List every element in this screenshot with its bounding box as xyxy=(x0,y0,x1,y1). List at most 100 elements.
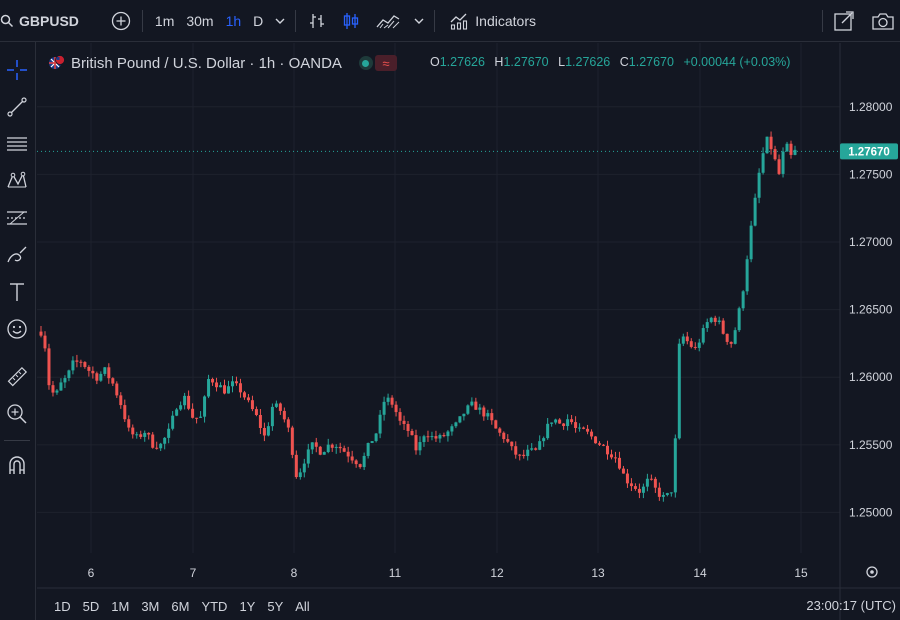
zoom-tool[interactable] xyxy=(0,399,34,429)
candle-body xyxy=(107,367,111,379)
candle-body xyxy=(215,382,219,388)
candle-body xyxy=(625,473,629,484)
bar-style-button[interactable] xyxy=(300,0,334,42)
candle-body xyxy=(211,378,215,383)
price-tick-label: 1.28000 xyxy=(849,100,893,114)
divider xyxy=(822,9,823,32)
interval-1h[interactable]: 1h xyxy=(220,0,248,42)
top-toolbar: GBPUSD 1m 30m 1h D Indicators xyxy=(0,0,900,42)
candle-body xyxy=(242,392,246,398)
candle-body xyxy=(534,448,538,450)
pattern-tool[interactable] xyxy=(0,166,34,196)
candle-body xyxy=(227,386,231,394)
divider xyxy=(434,9,436,32)
interval-dropdown[interactable] xyxy=(269,0,291,42)
compare-button[interactable] xyxy=(104,0,138,42)
candle-body xyxy=(262,427,266,436)
utc-clock[interactable]: 23:00:17 (UTC) xyxy=(806,598,896,613)
ohlc-values: O1.27626 H1.27670 L1.27626 C1.27670 +0.0… xyxy=(430,55,796,69)
trend-line-tool[interactable] xyxy=(0,92,34,122)
candle-body xyxy=(83,362,87,367)
ruler-tool[interactable] xyxy=(0,362,34,392)
candle-body xyxy=(346,451,350,457)
range-3m[interactable]: 3M xyxy=(135,599,165,614)
candle-body xyxy=(290,427,294,455)
candle-body xyxy=(454,422,458,427)
range-1y[interactable]: 1Y xyxy=(233,599,261,614)
candle-body xyxy=(238,383,242,393)
candle-body xyxy=(621,468,625,474)
candle-body xyxy=(681,336,685,344)
time-tick-label: 6 xyxy=(88,566,95,580)
chart-type-dropdown[interactable] xyxy=(408,0,430,42)
brush-tool[interactable] xyxy=(0,240,34,270)
time-tick-label: 15 xyxy=(794,566,808,580)
divider xyxy=(295,9,297,32)
search-icon xyxy=(0,14,14,27)
candle-body xyxy=(721,320,725,334)
range-6m[interactable]: 6M xyxy=(165,599,195,614)
data-delay-badge[interactable]: ≈ xyxy=(374,55,397,71)
candles-style-button[interactable] xyxy=(334,0,368,42)
horizontal-lines-tool[interactable] xyxy=(0,129,34,159)
candle-body xyxy=(629,483,633,487)
chevron-down-icon xyxy=(275,18,285,24)
candle-body xyxy=(653,478,657,488)
candle-body xyxy=(482,407,486,417)
candle-body xyxy=(430,436,434,438)
chart-settings-button[interactable] xyxy=(866,566,878,578)
candle-body xyxy=(753,197,757,226)
price-tick-label: 1.25500 xyxy=(849,438,893,452)
price-axis[interactable]: 1.28000 1.27500 1.27000 1.26500 1.26000 1.255… xyxy=(849,100,893,520)
candle-body xyxy=(366,443,370,456)
candle-body xyxy=(294,454,298,478)
emoji-tool[interactable] xyxy=(0,314,34,344)
interval-1m[interactable]: 1m xyxy=(147,0,180,42)
candle-body xyxy=(594,436,598,444)
range-5d[interactable]: 5D xyxy=(77,599,106,614)
magnet-tool[interactable] xyxy=(0,450,34,480)
candle-body xyxy=(785,143,789,152)
time-tick-label: 7 xyxy=(190,566,197,580)
candle-body xyxy=(175,409,179,416)
candle-body xyxy=(578,427,582,429)
indicators-button[interactable]: Indicators xyxy=(439,0,546,42)
range-1d[interactable]: 1D xyxy=(48,599,77,614)
candle-body xyxy=(386,397,390,402)
symbol-search[interactable]: GBPUSD xyxy=(0,0,86,42)
candle-body xyxy=(609,454,613,458)
candle-body xyxy=(183,395,187,406)
candle-body xyxy=(370,441,374,444)
time-axis[interactable]: 6 7 8 11 12 13 14 15 xyxy=(88,566,808,580)
range-all[interactable]: All xyxy=(289,599,315,614)
text-tool[interactable] xyxy=(0,277,34,307)
fib-tool[interactable] xyxy=(0,203,34,233)
candle-body xyxy=(550,422,554,424)
crosshair-tool[interactable] xyxy=(0,55,34,85)
range-1m[interactable]: 1M xyxy=(105,599,135,614)
candle-body xyxy=(322,452,326,455)
candle-body xyxy=(143,432,147,437)
candle-body xyxy=(151,434,155,448)
price-chart[interactable]: 1.28000 1.27500 1.27000 1.26500 1.26000 1.255… xyxy=(37,43,900,620)
area-style-button[interactable] xyxy=(368,0,408,42)
candle-body xyxy=(554,419,558,423)
candle-body xyxy=(657,487,661,497)
candle-body xyxy=(506,439,510,442)
range-ytd[interactable]: YTD xyxy=(195,599,233,614)
magnet-icon xyxy=(9,456,25,474)
interval-d[interactable]: D xyxy=(247,0,269,42)
range-5y[interactable]: 5Y xyxy=(261,599,289,614)
candle-body xyxy=(677,343,681,439)
candle-body xyxy=(298,472,302,478)
interval-30m[interactable]: 30m xyxy=(180,0,219,42)
candle-body xyxy=(171,415,175,429)
snapshot-button[interactable] xyxy=(864,0,900,42)
candle-body xyxy=(733,330,737,344)
candle-body xyxy=(450,426,454,432)
candle-body xyxy=(566,419,570,427)
candle-body xyxy=(434,436,438,439)
instrument-title[interactable]: British Pound / U.S. Dollar · 1h · OANDA xyxy=(71,55,342,72)
fullscreen-button[interactable] xyxy=(826,0,862,42)
candle-body xyxy=(187,395,191,409)
